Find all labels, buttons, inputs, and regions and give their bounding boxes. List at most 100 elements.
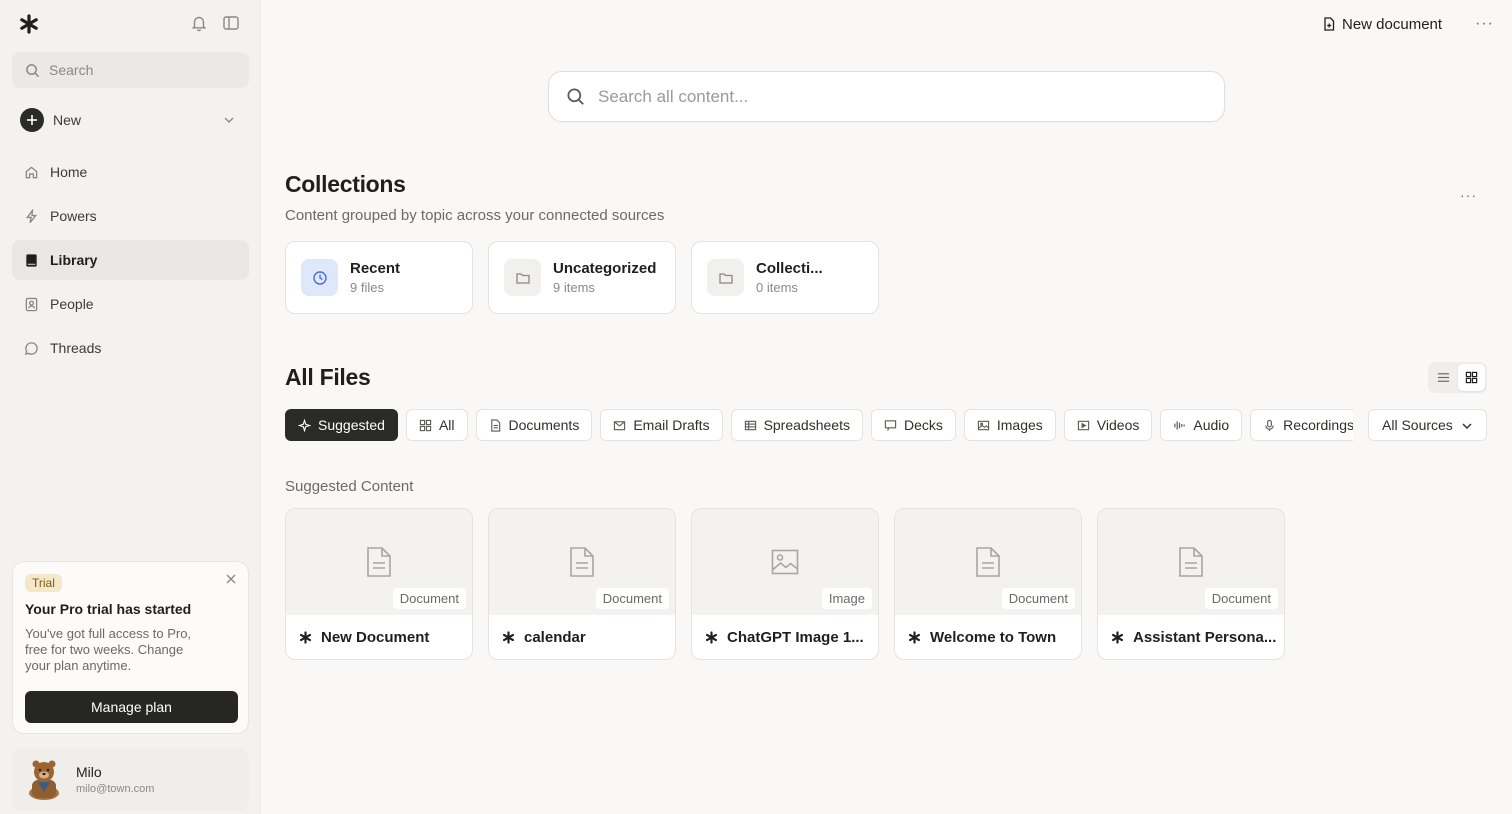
file-name: ChatGPT Image 1... [727, 629, 864, 646]
filter-recordings[interactable]: Recordings [1250, 409, 1353, 441]
chevron-down-icon [1462, 423, 1472, 429]
bell-icon[interactable] [190, 14, 208, 32]
filter-email-drafts[interactable]: Email Drafts [600, 409, 723, 441]
asterisk-icon [1111, 631, 1124, 644]
contact-icon [25, 297, 38, 311]
trial-card: Trial Your Pro trial has started You've … [12, 561, 249, 734]
asterisk-icon [502, 631, 515, 644]
file-card[interactable]: Document Assistant Persona... [1097, 508, 1285, 660]
video-icon [1077, 420, 1089, 430]
user-profile[interactable]: Milo milo@town.com [12, 748, 249, 810]
collections-more-icon[interactable]: ··· [1460, 187, 1477, 203]
content-search-placeholder: Search all content... [598, 86, 749, 106]
file-card[interactable]: Document calendar [488, 508, 676, 660]
image-icon [771, 549, 799, 575]
presentation-icon [884, 419, 897, 431]
document-icon [976, 547, 1000, 577]
lightning-icon [25, 208, 38, 223]
file-preview: Document [895, 509, 1081, 615]
book-icon [26, 253, 37, 267]
trial-description: You've got full access to Pro, free for … [25, 626, 192, 673]
new-document-button[interactable]: New document [1322, 14, 1442, 34]
sidebar-search[interactable]: Search [12, 52, 249, 88]
sidebar-item-label: Home [50, 164, 88, 180]
image-icon [977, 420, 990, 430]
file-preview: Image [692, 509, 878, 615]
home-icon [25, 165, 38, 178]
filter-audio[interactable]: Audio [1160, 409, 1243, 441]
filter-label: Spreadsheets [763, 417, 850, 433]
close-icon[interactable] [225, 573, 237, 585]
microphone-icon [1265, 419, 1274, 431]
filter-images[interactable]: Images [963, 409, 1056, 441]
collections-title: Collections [285, 171, 406, 197]
sidebar-item-threads[interactable]: Threads [12, 328, 249, 368]
sidebar-item-library[interactable]: Library [12, 240, 249, 280]
view-toggle [1428, 362, 1487, 393]
filter-decks[interactable]: Decks [870, 409, 956, 441]
file-card[interactable]: Document Welcome to Town [894, 508, 1082, 660]
file-name: calendar [524, 629, 586, 646]
new-document-icon [1324, 17, 1335, 31]
sidebar: Search New Home Powers Library People Th… [0, 0, 261, 814]
file-type-badge: Document [392, 588, 466, 609]
user-email: milo@town.com [76, 782, 155, 795]
sidebar-toggle-icon[interactable] [222, 14, 240, 32]
filter-label: Videos [1096, 417, 1140, 433]
document-icon [1179, 547, 1203, 577]
document-icon [367, 547, 391, 577]
file-card[interactable]: Image ChatGPT Image 1... [691, 508, 879, 660]
file-name: New Document [321, 629, 430, 646]
sources-dropdown[interactable]: All Sources [1368, 409, 1487, 441]
sidebar-item-label: Powers [50, 208, 97, 224]
waveform-icon [1174, 420, 1186, 430]
user-name: Milo [76, 763, 102, 780]
more-options-icon[interactable]: ··· [1475, 15, 1494, 33]
new-button[interactable]: New [12, 104, 249, 136]
sidebar-item-people[interactable]: People [12, 284, 249, 324]
sidebar-item-home[interactable]: Home [12, 152, 249, 192]
collection-card-recent[interactable]: Recent 9 files [285, 241, 473, 314]
filter-label: Decks [903, 417, 943, 433]
list-view-icon[interactable] [1430, 364, 1458, 391]
asterisk-logo[interactable] [19, 14, 39, 34]
chevron-down-icon[interactable] [223, 114, 235, 126]
collection-count: 9 files [350, 280, 384, 295]
filter-spreadsheets[interactable]: Spreadsheets [730, 409, 863, 441]
mail-icon [614, 420, 626, 430]
table-icon [744, 420, 756, 430]
filter-documents[interactable]: Documents [475, 409, 593, 441]
file-name: Welcome to Town [930, 629, 1057, 646]
file-type-badge: Document [595, 588, 669, 609]
sidebar-nav: Home Powers Library People Threads [12, 152, 249, 372]
collection-card-uncategorized[interactable]: Uncategorized 9 items [488, 241, 676, 314]
new-document-label: New document [1342, 15, 1443, 33]
folder-icon [504, 259, 541, 296]
collection-count: 0 items [756, 280, 798, 295]
collection-name: Collecti... [756, 260, 823, 277]
filter-label: Audio [1193, 417, 1230, 433]
search-icon [26, 63, 40, 77]
file-type-badge: Image [821, 588, 872, 609]
new-label: New [53, 112, 82, 128]
collection-card-collecti[interactable]: Collecti... 0 items [691, 241, 879, 314]
filter-all[interactable]: All [405, 409, 468, 441]
search-icon [567, 88, 584, 105]
filter-label: Suggested [318, 417, 385, 433]
sidebar-item-powers[interactable]: Powers [12, 196, 249, 236]
filter-videos[interactable]: Videos [1063, 409, 1153, 441]
file-type-badge: Document [1204, 588, 1278, 609]
file-preview: Document [489, 509, 675, 615]
content-search-input[interactable]: Search all content... [548, 71, 1225, 122]
sidebar-item-label: People [50, 296, 94, 312]
manage-plan-button[interactable]: Manage plan [25, 691, 238, 723]
sidebar-item-label: Threads [50, 340, 102, 356]
filter-label: Documents [508, 417, 580, 433]
filter-suggested[interactable]: Suggested [285, 409, 398, 441]
sidebar-search-placeholder: Search [49, 62, 94, 78]
filter-label: Recordings [1283, 417, 1353, 433]
grid-view-icon[interactable] [1457, 364, 1485, 391]
sidebar-item-label: Library [50, 252, 98, 268]
collections-subtitle: Content grouped by topic across your con… [285, 207, 665, 224]
file-card[interactable]: Document New Document [285, 508, 473, 660]
